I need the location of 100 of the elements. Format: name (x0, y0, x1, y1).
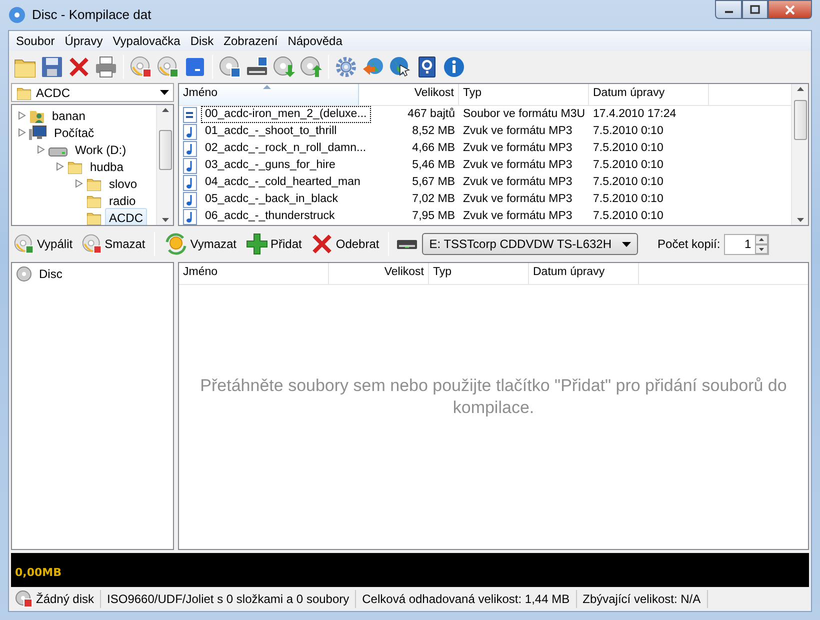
file-name[interactable]: 00_acdc-iron_men_2_(deluxe... (201, 106, 371, 124)
square-icon (183, 55, 207, 79)
table-cell-text: 7.5.2010 0:10 (592, 124, 664, 139)
toolbar-button[interactable]: Odebrat (308, 232, 382, 256)
status-text: Zbývající velikost: N/A (582, 591, 701, 608)
music-note-icon (183, 140, 197, 156)
column-header[interactable]: Typ (429, 263, 529, 284)
menu-item[interactable]: Soubor (11, 32, 60, 50)
table-cell-text: 5,46 MB (411, 158, 456, 173)
toolbar-button[interactable]: Vymazat (162, 232, 239, 256)
tree-item[interactable]: radio (105, 190, 140, 210)
copies-spinner[interactable]: 1 (724, 234, 770, 254)
drive-icon (396, 237, 418, 251)
refresh-icon (164, 232, 188, 256)
minimize-button[interactable] (715, 0, 742, 19)
x-icon (310, 232, 334, 256)
disc-icon (272, 55, 296, 79)
empty-message: Přetáhněte soubory sem nebo použijte tlačítko "Přidat" pro přidání souborů do kompilace. (199, 374, 788, 419)
tree-item[interactable]: Disc (35, 264, 66, 284)
scrollbar[interactable] (156, 105, 173, 225)
toolbar-button[interactable] (217, 54, 243, 80)
file-name[interactable]: 04_acdc_-_cold_hearted_man (201, 174, 364, 192)
column-header[interactable]: Jméno (179, 84, 359, 105)
table-cell-text: 8,52 MB (411, 124, 456, 139)
disc-icon (8, 6, 26, 24)
tree-item[interactable]: Work (D:) (71, 140, 130, 160)
printer-icon (94, 55, 118, 79)
disc-icon (218, 55, 242, 79)
tree-item[interactable]: hudba (86, 156, 128, 176)
tree-item[interactable]: Počítač (50, 122, 98, 142)
info-icon (442, 55, 466, 79)
table-cell-text: Zvuk ve formátu MP3 (462, 208, 574, 224)
toolbar-button[interactable]: Přidat (242, 232, 304, 256)
column-header[interactable]: Velikost (359, 84, 459, 105)
disc-icon (129, 55, 153, 79)
music-note-icon (183, 158, 197, 174)
close-button[interactable] (768, 0, 812, 19)
plus-icon (244, 232, 269, 256)
floppy-icon (40, 55, 64, 79)
table-cell-text: Zvuk ve formátu MP3 (462, 192, 574, 207)
status-text: ISO9660/UDF/Joliet s 0 složkami a 0 soubory (107, 591, 350, 608)
tree-item[interactable]: slovo (105, 174, 142, 194)
scroll-thumb[interactable] (158, 130, 172, 170)
menu-item[interactable]: Úpravy (60, 32, 108, 50)
table-cell-text: 7.5.2010 0:10 (592, 158, 664, 173)
column-header[interactable]: Datum úpravy (529, 263, 639, 284)
music-note-icon (183, 174, 197, 190)
scroll-up-icon (796, 87, 804, 91)
disc-icon (16, 266, 32, 282)
menu-item[interactable]: Zobrazení (218, 32, 283, 50)
status-text: Žádný disk (36, 591, 94, 608)
status-text: Celková odhadovaná velikost: 1,44 MB (362, 591, 570, 608)
table-cell-text: 17.4.2010 17:24 (592, 106, 678, 122)
caret-icon (622, 242, 631, 246)
file-name[interactable]: 02_acdc_-_rock_n_roll_damn... (201, 140, 370, 158)
capacity-reading: 0,00MB (14, 564, 62, 580)
toolbar-button[interactable]: Vypálit (11, 233, 75, 255)
table-cell-text: Zvuk ve formátu MP3 (462, 140, 574, 156)
table-cell-text: 7.5.2010 0:10 (592, 192, 664, 207)
settings-icon (334, 55, 358, 79)
table-cell-text: 7.5.2010 0:10 (592, 208, 664, 224)
menu-item[interactable]: Disk (185, 32, 219, 50)
file-name[interactable]: 03_acdc_-_guns_for_hire (201, 156, 340, 174)
column-header[interactable]: Velikost (329, 263, 429, 284)
disc-icon (13, 233, 35, 255)
maximize-icon (750, 5, 760, 14)
file-name[interactable]: 05_acdc_-_back_in_black (201, 190, 342, 208)
menu-item[interactable]: Nápověda (282, 32, 348, 50)
column-header[interactable]: Jméno (179, 263, 329, 284)
toolbar-button[interactable] (128, 54, 154, 80)
table-cell-text: 7,95 MB (411, 208, 456, 224)
menu-item[interactable]: Vypalovačka (108, 32, 186, 50)
tree-item[interactable]: banan (48, 106, 90, 126)
table-cell-text: 7.5.2010 0:10 (592, 140, 664, 156)
disc-icon (156, 55, 180, 79)
table-cell-text: 5,67 MB (411, 174, 456, 190)
playlist-icon (183, 106, 197, 122)
table-cell-text: Zvuk ve formátu MP3 (462, 124, 574, 139)
file-name[interactable]: 01_acdc_-_shoot_to_thrill (201, 122, 341, 140)
sort-arrow-icon (263, 85, 271, 89)
scroll-thumb[interactable] (794, 100, 806, 140)
disc-icon (80, 233, 103, 255)
toolbar-button[interactable] (93, 54, 119, 80)
scrollbar[interactable] (791, 84, 808, 225)
globe-icon (388, 55, 412, 79)
tree-item[interactable]: ACDC (105, 208, 148, 225)
folder-combo[interactable]: ACDC (11, 83, 174, 102)
toolbar-button[interactable] (39, 54, 65, 80)
toolbar-button[interactable] (441, 54, 467, 80)
table-cell-text: 7.5.2010 0:10 (592, 174, 664, 190)
table-cell-text: Zvuk ve formátu MP3 (462, 158, 574, 173)
maximize-button[interactable] (742, 0, 768, 19)
drive-dropdown[interactable]: E: TSSTcorp CDDVDW TS-L632H (422, 233, 638, 255)
copies-label: Počet kopií: (658, 236, 720, 253)
close-icon (784, 4, 796, 14)
column-header[interactable]: Typ (459, 84, 589, 105)
file-name[interactable]: 06_acdc_-_thunderstruck (201, 208, 339, 225)
toolbar-button[interactable]: Smazat (78, 233, 148, 255)
table-cell-text: Zvuk ve formátu MP3 (462, 174, 574, 190)
column-header[interactable]: Datum úpravy (589, 84, 709, 105)
